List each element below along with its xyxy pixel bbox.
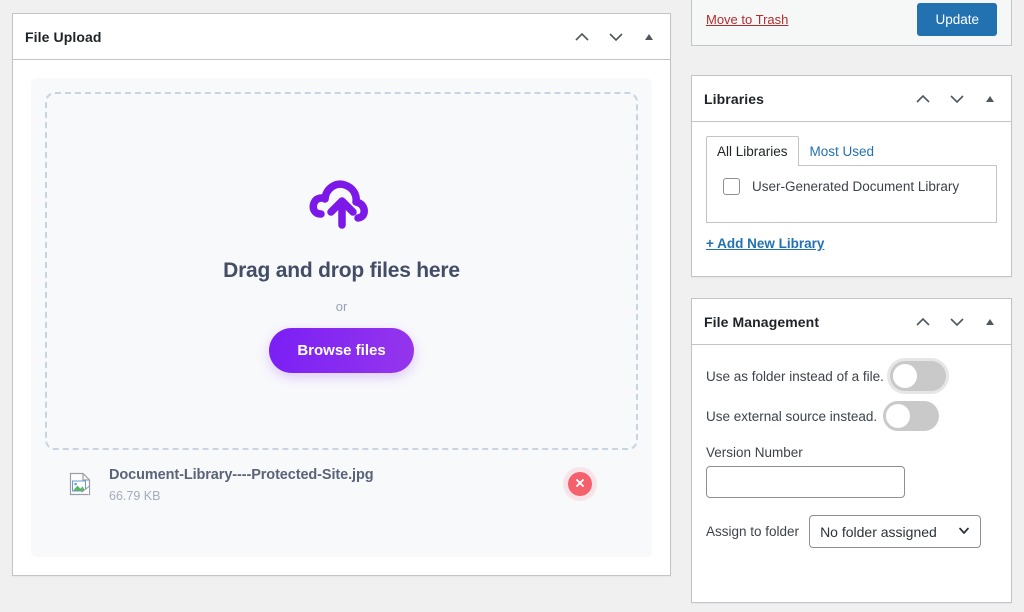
use-as-folder-row: Use as folder instead of a file. bbox=[706, 361, 997, 391]
file-management-panel: File Management Use as folder instead of… bbox=[691, 298, 1012, 603]
library-label: User-Generated Document Library bbox=[752, 179, 960, 194]
remove-file-button[interactable] bbox=[568, 472, 592, 497]
libraries-header-actions bbox=[913, 89, 999, 109]
uploaded-file-meta: Document-Library----Protected-Site.jpg 6… bbox=[109, 466, 550, 503]
toggle-knob bbox=[892, 364, 917, 388]
file-management-title: File Management bbox=[704, 313, 820, 330]
use-as-folder-label: Use as folder instead of a file. bbox=[706, 368, 884, 384]
assign-to-folder-select[interactable]: No folder assigned bbox=[809, 515, 982, 548]
chevron-up-icon[interactable] bbox=[913, 312, 933, 332]
assign-to-folder-row: Assign to folder No folder assigned bbox=[706, 515, 997, 548]
use-external-source-toggle[interactable] bbox=[883, 401, 940, 431]
list-item: User-Generated Document Library bbox=[717, 178, 986, 195]
dropzone[interactable]: Drag and drop files here or Browse files bbox=[45, 92, 638, 450]
add-new-library-link[interactable]: + Add New Library bbox=[706, 236, 824, 251]
file-upload-panel: File Upload Drag and drop files here or … bbox=[12, 13, 671, 576]
use-external-source-label: Use external source instead. bbox=[706, 408, 878, 424]
collapse-triangle-icon[interactable] bbox=[981, 313, 999, 331]
dropzone-title: Drag and drop files here bbox=[223, 258, 460, 282]
library-checkbox[interactable] bbox=[723, 178, 740, 195]
browse-files-button[interactable]: Browse files bbox=[269, 327, 414, 373]
libraries-title: Libraries bbox=[704, 90, 765, 107]
uploaded-file-row: Document-Library----Protected-Site.jpg 6… bbox=[45, 450, 638, 509]
version-number-label: Version Number bbox=[706, 445, 803, 460]
libraries-panel: Libraries All Libraries Most Used User-G… bbox=[691, 75, 1012, 277]
libraries-list: User-Generated Document Library bbox=[706, 165, 997, 223]
dropzone-container: Drag and drop files here or Browse files bbox=[31, 78, 652, 557]
dropzone-or-text: or bbox=[335, 298, 348, 314]
cloud-upload-icon bbox=[309, 170, 375, 237]
libraries-body: All Libraries Most Used User-Generated D… bbox=[692, 122, 1011, 265]
chevron-down-icon bbox=[957, 523, 971, 540]
file-management-header-actions bbox=[913, 312, 999, 332]
version-number-input[interactable] bbox=[706, 466, 905, 498]
uploaded-file-size: 66.79 KB bbox=[109, 488, 161, 503]
toggle-knob bbox=[886, 404, 911, 428]
move-to-trash-link[interactable]: Move to Trash bbox=[706, 12, 917, 27]
update-button[interactable]: Update bbox=[917, 2, 997, 36]
chevron-down-icon[interactable] bbox=[606, 27, 626, 47]
assign-to-folder-label: Assign to folder bbox=[706, 524, 800, 539]
uploaded-file-name[interactable]: Document-Library----Protected-Site.jpg bbox=[109, 467, 374, 483]
libraries-panel-header: Libraries bbox=[692, 76, 1011, 122]
chevron-up-icon[interactable] bbox=[913, 89, 933, 109]
file-upload-panel-header: File Upload bbox=[13, 14, 670, 60]
panel-header-actions bbox=[572, 27, 658, 47]
file-management-body: Use as folder instead of a file. Use ext… bbox=[692, 345, 1011, 564]
close-circle-icon bbox=[574, 477, 586, 492]
chevron-up-icon[interactable] bbox=[572, 27, 592, 47]
use-external-source-row: Use external source instead. bbox=[706, 401, 997, 431]
page-title: File Upload bbox=[25, 28, 102, 45]
tab-all-libraries[interactable]: All Libraries bbox=[706, 136, 799, 166]
use-as-folder-toggle[interactable] bbox=[889, 361, 946, 391]
collapse-triangle-icon[interactable] bbox=[981, 90, 999, 108]
assign-to-folder-value: No folder assigned bbox=[820, 523, 937, 540]
file-management-panel-header: File Management bbox=[692, 299, 1011, 345]
broken-image-icon bbox=[69, 472, 91, 496]
submit-box: Move to Trash Update bbox=[691, 0, 1012, 46]
chevron-down-icon[interactable] bbox=[947, 89, 967, 109]
admin-edit-screen: File Upload Drag and drop files here or … bbox=[0, 0, 1024, 612]
chevron-down-icon[interactable] bbox=[947, 312, 967, 332]
file-upload-body: Drag and drop files here or Browse files bbox=[13, 60, 670, 575]
collapse-triangle-icon[interactable] bbox=[640, 28, 658, 46]
tab-most-used[interactable]: Most Used bbox=[799, 136, 886, 166]
libraries-tabs: All Libraries Most Used bbox=[706, 136, 997, 166]
